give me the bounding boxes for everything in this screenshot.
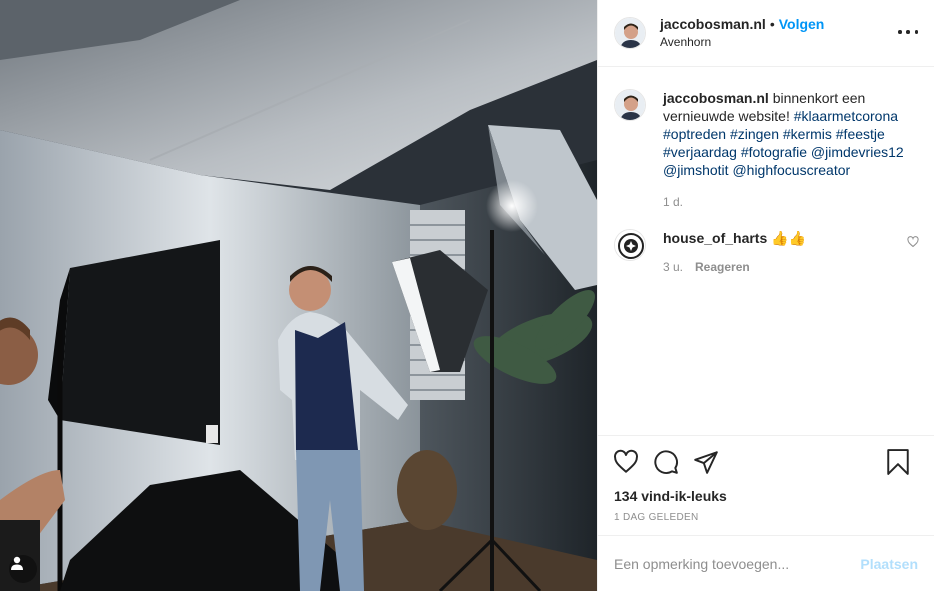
author-username[interactable]: jaccobosman.nl (660, 16, 766, 32)
avatar-image (615, 90, 645, 120)
user-tag-button[interactable] (9, 555, 37, 583)
small-heart-icon (907, 236, 919, 248)
action-bar (598, 435, 934, 487)
comment-button[interactable] (650, 446, 682, 478)
comment-input[interactable] (614, 555, 853, 572)
share-icon (694, 450, 718, 474)
comment-text: 👍👍 (771, 230, 807, 246)
post-header: jaccobosman.nl • Volgen Avenhorn (598, 0, 934, 67)
bookmark-icon (887, 449, 909, 475)
post-date[interactable]: 1 DAG GELEDEN (598, 505, 934, 523)
post-location[interactable]: Avenhorn (660, 33, 824, 51)
caption-age[interactable]: 1 d. (663, 195, 915, 209)
comment-meta: 3 u. Reageren (663, 260, 915, 274)
comment-like-button[interactable] (907, 235, 919, 251)
save-button[interactable] (882, 446, 914, 478)
caption-body: jaccobosman.nl binnenkort een vernieuwde… (663, 89, 915, 209)
caption-row: jaccobosman.nl binnenkort een vernieuwde… (614, 89, 918, 209)
follow-button[interactable]: Volgen (779, 16, 825, 32)
post-side-panel: jaccobosman.nl • Volgen Avenhorn jaccobo… (597, 0, 934, 591)
more-options-icon[interactable] (898, 26, 918, 38)
author-avatar[interactable] (614, 17, 646, 49)
caption-author[interactable]: jaccobosman.nl (663, 90, 769, 106)
post-view: jaccobosman.nl • Volgen Avenhorn jaccobo… (0, 0, 934, 591)
comment-age[interactable]: 3 u. (663, 260, 683, 274)
comment-author[interactable]: house_of_harts (663, 230, 767, 246)
avatar-image (615, 18, 645, 48)
comment-body: house_of_harts 👍👍 3 u. Reageren (663, 229, 915, 274)
post-comment-button[interactable]: Plaatsen (860, 556, 918, 572)
heart-icon (614, 449, 638, 473)
header-text: jaccobosman.nl • Volgen Avenhorn (660, 15, 824, 51)
share-button[interactable] (690, 446, 722, 478)
likes-count[interactable]: 134 vind-ik-leuks (598, 487, 934, 505)
reply-button[interactable]: Reageren (695, 260, 750, 274)
comment-icon (654, 449, 678, 474)
commenter-avatar[interactable] (614, 229, 646, 261)
comment-row: house_of_harts 👍👍 3 u. Reageren (614, 229, 919, 274)
like-button[interactable] (610, 446, 642, 478)
comment-form: Plaatsen (598, 535, 934, 591)
comments-list: jaccobosman.nl binnenkort een vernieuwde… (598, 67, 934, 435)
header-separator: • (769, 16, 775, 32)
post-photo[interactable] (0, 0, 597, 591)
avatar-image (615, 230, 645, 260)
caption-author-avatar[interactable] (614, 89, 646, 121)
user-tag-icon (11, 556, 23, 570)
studio-photo-illustration (0, 0, 597, 591)
